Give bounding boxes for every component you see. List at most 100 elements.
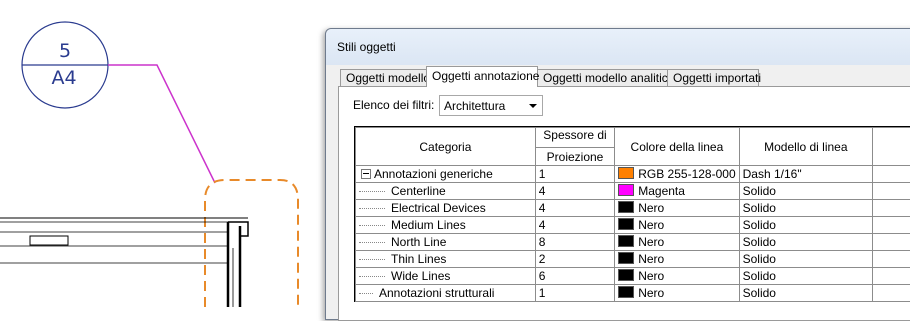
object-styles-grid[interactable]: Categoria Spessore di Colore della linea… (354, 126, 910, 302)
material-cell[interactable] (873, 268, 910, 285)
category-cell[interactable]: Medium Lines (356, 217, 536, 234)
material-cell[interactable] (873, 183, 910, 200)
category-label: Annotazioni generiche (374, 167, 493, 181)
color-name: Nero (638, 235, 664, 249)
callout-sheet: A4 (34, 67, 94, 89)
tab-annotation-objects[interactable]: Oggetti annotazione (426, 66, 538, 87)
category-label: Wide Lines (391, 269, 450, 283)
column-header-line-weight[interactable]: Spessore di (535, 128, 614, 148)
color-swatch (618, 252, 634, 264)
category-cell[interactable]: Annotazioni generiche (356, 166, 536, 183)
line-color-cell[interactable]: Nero (615, 251, 739, 268)
line-weight-cell[interactable]: 2 (535, 251, 614, 268)
table-row[interactable]: Annotazioni generiche 1 RGB 255-128-000 Das… (356, 166, 910, 183)
color-swatch (618, 184, 634, 196)
dialog-title: Stili oggetti (337, 40, 396, 54)
table-row[interactable]: Medium Lines 4 Nero Solido (356, 217, 910, 234)
filter-list-value: Architettura (444, 99, 505, 113)
line-color-cell[interactable]: Nero (615, 234, 739, 251)
color-swatch (618, 201, 634, 213)
line-weight-cell[interactable]: 6 (535, 268, 614, 285)
category-cell[interactable]: North Line (356, 234, 536, 251)
line-pattern-cell[interactable]: Solido (739, 285, 872, 302)
color-name: Nero (638, 201, 664, 215)
category-cell[interactable]: Wide Lines (356, 268, 536, 285)
window-sill (30, 236, 68, 245)
material-cell[interactable] (873, 200, 910, 217)
chevron-down-icon (529, 104, 537, 108)
category-label: Electrical Devices (391, 201, 486, 215)
dialog-titlebar[interactable]: Stili oggetti (326, 29, 910, 65)
line-pattern-cell[interactable]: Solido (739, 268, 872, 285)
callout-leader-line[interactable] (108, 65, 215, 183)
line-pattern-cell[interactable]: Solido (739, 217, 872, 234)
column-header-projection[interactable]: Proiezione (535, 148, 614, 166)
tree-branch-line (359, 259, 385, 260)
line-weight-cell[interactable]: 4 (535, 217, 614, 234)
color-swatch (618, 218, 634, 230)
tab-model-objects[interactable]: Oggetti modello (340, 69, 427, 86)
line-color-cell[interactable]: Nero (615, 217, 739, 234)
tree-branch-line (359, 225, 385, 226)
table-row[interactable]: Annotazioni strutturali 1NeroSolido (356, 285, 910, 302)
line-weight-cell[interactable]: 4 (535, 183, 614, 200)
tab-imported-objects[interactable]: Oggetti importati (667, 69, 759, 86)
tree-branch-line (359, 242, 385, 243)
table-row[interactable]: Wide Lines 6NeroSolido (356, 268, 910, 285)
category-label: Annotazioni strutturali (379, 286, 494, 300)
line-color-cell[interactable]: Nero (615, 285, 739, 302)
line-weight-cell[interactable]: 8 (535, 234, 614, 251)
color-swatch (618, 269, 634, 281)
color-name: Nero (638, 218, 664, 232)
tree-branch-line (359, 208, 385, 209)
line-weight-cell[interactable]: 4 (535, 200, 614, 217)
filter-list-dropdown[interactable]: Architettura (439, 95, 543, 116)
tab-analytical-model-objects[interactable]: Oggetti modello analitico (537, 69, 668, 86)
color-swatch (618, 235, 634, 247)
line-weight-cell[interactable]: 1 (535, 285, 614, 302)
category-label: Thin Lines (391, 252, 446, 266)
table-row[interactable]: Centerline4 Magenta Solido (356, 183, 910, 200)
material-cell[interactable] (873, 217, 910, 234)
callout-number: 5 (35, 40, 95, 62)
color-swatch (618, 286, 634, 298)
column-header-category[interactable]: Categoria (356, 128, 536, 166)
section-callout[interactable] (22, 22, 108, 108)
category-cell[interactable]: Annotazioni strutturali (356, 285, 536, 302)
line-pattern-cell[interactable]: Solido (739, 234, 872, 251)
material-cell[interactable] (873, 166, 910, 183)
column-header-line-pattern[interactable]: Modello di linea (739, 128, 872, 166)
category-cell[interactable]: Electrical Devices (356, 200, 536, 217)
category-cell[interactable]: Centerline (356, 183, 536, 200)
color-name: Nero (638, 252, 664, 266)
table-row[interactable]: Electrical Devices 4 Nero Solido (356, 200, 910, 217)
category-label: Medium Lines (391, 218, 466, 232)
line-pattern-cell[interactable]: Solido (739, 200, 872, 217)
column-header-line-color[interactable]: Colore della linea (615, 128, 739, 166)
color-name: RGB 255-128-000 (638, 167, 735, 181)
color-name: Magenta (638, 184, 685, 198)
line-pattern-cell[interactable]: Dash 1/16" (739, 166, 872, 183)
color-swatch (618, 167, 634, 179)
tree-branch-line (359, 191, 385, 192)
material-cell[interactable] (873, 251, 910, 268)
line-pattern-cell[interactable]: Solido (739, 251, 872, 268)
category-cell[interactable]: Thin Lines (356, 251, 536, 268)
line-weight-cell[interactable]: 1 (535, 166, 614, 183)
table-row[interactable]: North Line8 Nero Solido (356, 234, 910, 251)
line-color-cell[interactable]: Nero (615, 200, 739, 217)
line-color-cell[interactable]: Nero (615, 268, 739, 285)
tree-branch-line (359, 276, 385, 277)
column-header-material[interactable]: Ma (873, 128, 910, 166)
material-cell[interactable] (873, 285, 910, 302)
line-color-cell[interactable]: Magenta (615, 183, 739, 200)
object-styles-dialog: Stili oggetti Oggetti modello Oggetti an… (325, 28, 910, 320)
tree-branch-line (359, 293, 373, 294)
line-pattern-cell[interactable]: Solido (739, 183, 872, 200)
line-color-cell[interactable]: RGB 255-128-000 (615, 166, 739, 183)
collapse-icon[interactable] (361, 169, 371, 179)
building-section[interactable] (0, 218, 248, 307)
table-row[interactable]: Thin Lines 2 Nero Solido (356, 251, 910, 268)
material-cell[interactable] (873, 234, 910, 251)
revision-cloud[interactable] (205, 180, 298, 307)
